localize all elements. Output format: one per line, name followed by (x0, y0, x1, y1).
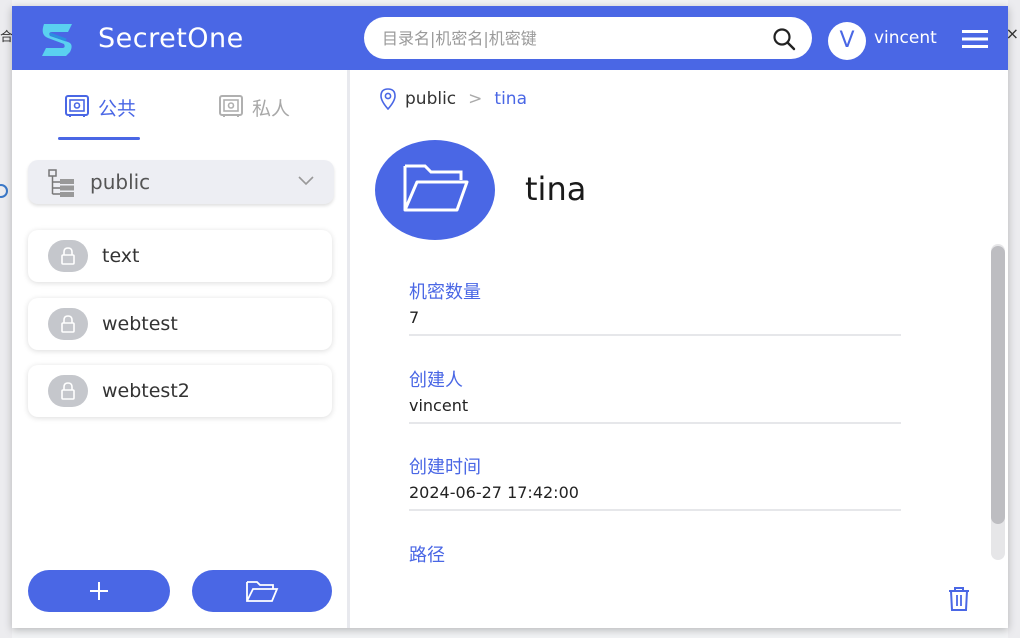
breadcrumb-separator: > (468, 89, 483, 109)
add-folder-button[interactable] (192, 570, 332, 612)
background-window-strip-right (1008, 0, 1020, 638)
plus-icon (90, 582, 108, 600)
detail-panel: public > tina tina 机密数量 7 创建人 vincent 创建… (353, 70, 1008, 628)
username[interactable]: vincent (874, 28, 937, 48)
breadcrumb: public > tina (379, 88, 527, 110)
search-input[interactable] (382, 17, 752, 59)
logo-icon[interactable] (38, 20, 78, 58)
chevron-down-icon (298, 176, 314, 186)
folder-icon (246, 581, 279, 602)
avatar[interactable]: V (828, 22, 866, 60)
list-item[interactable]: webtest (28, 298, 332, 350)
scrollbar-thumb[interactable] (991, 246, 1005, 524)
field-creator: 创建人 vincent (409, 360, 901, 424)
location-pin-icon (380, 88, 396, 110)
tab-public[interactable]: 公共 (57, 94, 141, 140)
trash-icon[interactable] (947, 586, 971, 612)
lock-icon (48, 240, 88, 272)
search-icon[interactable] (772, 27, 796, 51)
safe-icon (65, 95, 89, 117)
lock-icon (48, 308, 88, 340)
tab-private[interactable]: 私人 (218, 94, 290, 136)
folder-avatar (375, 140, 495, 240)
list-item[interactable]: text (28, 230, 332, 282)
directory-select[interactable]: public (28, 160, 334, 204)
top-bar: SecretOne V vincent (12, 6, 1008, 70)
app-title: SecretOne (98, 23, 244, 54)
folder-title: tina (525, 170, 587, 208)
lock-icon (48, 375, 88, 407)
field-label: 创建时间 (409, 457, 481, 478)
field-label: 机密数量 (409, 282, 481, 303)
background-window-strip (0, 0, 12, 638)
field-path: 路径 (409, 535, 901, 599)
add-button[interactable] (28, 570, 170, 612)
field-value: 2024-06-27 17:42:00 (409, 483, 579, 502)
list-item[interactable]: webtest2 (28, 365, 332, 417)
field-value: vincent (409, 396, 469, 415)
folder-icon (403, 164, 469, 212)
directory-select-value: public (90, 170, 151, 194)
field-secret-count: 机密数量 7 (409, 272, 901, 336)
breadcrumb-current: tina (494, 89, 527, 109)
list-item-label: text (102, 245, 140, 267)
search-box (364, 17, 812, 59)
sidebar: 公共 私人 public text webtest webtest2 (12, 70, 350, 628)
scrollbar[interactable] (991, 244, 1005, 560)
list-item-label: webtest2 (102, 380, 190, 402)
list-item-label: webtest (102, 313, 178, 335)
tab-private-label: 私人 (252, 98, 291, 120)
field-label: 创建人 (409, 370, 463, 391)
extension-window: SecretOne V vincent 公共 (12, 6, 1008, 628)
breadcrumb-root[interactable]: public (405, 89, 456, 109)
tab-public-label: 公共 (98, 98, 137, 120)
menu-icon[interactable] (962, 28, 988, 50)
field-label: 路径 (409, 545, 445, 566)
tree-icon (48, 169, 74, 197)
field-created-time: 创建时间 2024-06-27 17:42:00 (409, 447, 901, 511)
private-safe-icon (219, 95, 243, 117)
field-value: 7 (409, 308, 420, 327)
